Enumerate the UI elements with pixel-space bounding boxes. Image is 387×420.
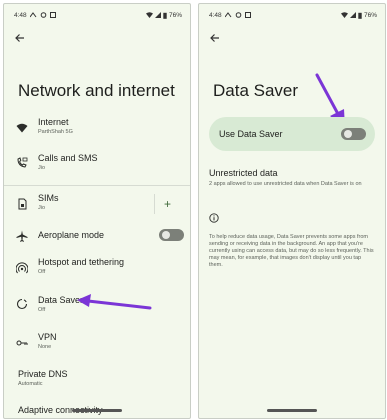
annotation-arrow-icon (77, 294, 152, 310)
data-saver-info-text: To help reduce data usage, Data Saver pr… (209, 234, 374, 268)
signal-icon (349, 12, 356, 18)
info-icon (209, 213, 219, 223)
aeroplane-mode-toggle[interactable] (159, 229, 184, 241)
gesture-nav-handle[interactable] (72, 409, 122, 412)
toggle-knob (344, 130, 352, 138)
page-title: Data Saver (213, 81, 299, 100)
back-arrow-icon[interactable] (209, 32, 221, 44)
phone-sms-icon (17, 157, 28, 168)
add-sim-button[interactable]: + (164, 197, 171, 211)
item-label: SIMs (38, 193, 59, 203)
data-saver-screen: 4:48 76% Data Saver Use Data Saver Unres… (198, 3, 386, 419)
gesture-nav-handle[interactable] (267, 409, 317, 412)
divider (4, 185, 190, 186)
item-label: Aeroplane mode (38, 230, 105, 240)
unrestricted-sub: 2 apps allowed to use unrestricted data … (209, 181, 362, 187)
status-bar: 4:48 76% (14, 10, 182, 20)
item-sub: ParthShah 5G (38, 129, 73, 135)
wifi-status-icon (145, 12, 153, 18)
data-saver-icon (16, 298, 28, 310)
clock: 4:48 (14, 11, 27, 19)
vertical-separator (154, 194, 155, 214)
use-data-saver-label: Use Data Saver (219, 129, 283, 139)
page-title: Network and internet (18, 81, 175, 100)
item-sub: Off (38, 269, 46, 275)
toggle-knob (162, 231, 170, 239)
item-sub: None (38, 344, 52, 350)
gallery-icon (49, 12, 56, 18)
back-arrow-icon[interactable] (14, 32, 26, 44)
battery-icon (358, 12, 362, 19)
battery-percent: 76% (363, 11, 377, 19)
sims-item[interactable]: SIMs Jio (4, 193, 190, 219)
notification-icon (224, 12, 232, 18)
sync-icon (235, 12, 241, 18)
hotspot-icon (16, 262, 28, 274)
item-label: Calls and SMS (38, 153, 98, 163)
sim-card-icon (18, 198, 27, 210)
item-sub: Jio (38, 165, 46, 171)
airplane-icon (16, 230, 28, 242)
private-dns-item[interactable]: Private DNS Automatic (4, 369, 190, 393)
calls-sms-item[interactable]: Calls and SMS Jio (4, 153, 190, 179)
item-sub: Jio (38, 205, 46, 211)
item-sub: Automatic (18, 381, 43, 387)
item-label: Hotspot and tethering (38, 257, 125, 267)
notification-icon (29, 12, 37, 18)
unrestricted-data-item[interactable]: Unrestricted data 2 apps allowed to use … (209, 168, 375, 188)
vpn-item[interactable]: VPN None (4, 332, 190, 358)
use-data-saver-row[interactable]: Use Data Saver (209, 117, 375, 151)
battery-icon (163, 12, 167, 19)
clock: 4:48 (209, 11, 222, 19)
adaptive-connectivity-item[interactable]: Adaptive connectivity (4, 405, 190, 418)
status-bar: 4:48 76% (209, 10, 377, 20)
unrestricted-title: Unrestricted data (209, 168, 278, 178)
wifi-status-icon (340, 12, 348, 18)
item-label: Internet (38, 117, 69, 127)
network-settings-screen: 4:48 76% Network and internet Internet P… (3, 3, 191, 419)
data-saver-toggle[interactable] (341, 128, 366, 140)
battery-percent: 76% (168, 11, 182, 19)
gallery-icon (244, 12, 251, 18)
signal-icon (154, 12, 161, 18)
item-label: VPN (38, 332, 57, 342)
wifi-icon (16, 123, 28, 133)
sync-icon (40, 12, 46, 18)
vpn-key-icon (16, 340, 28, 346)
item-label: Private DNS (18, 369, 68, 379)
internet-item[interactable]: Internet ParthShah 5G (4, 117, 190, 143)
hotspot-item[interactable]: Hotspot and tethering Off (4, 257, 190, 283)
